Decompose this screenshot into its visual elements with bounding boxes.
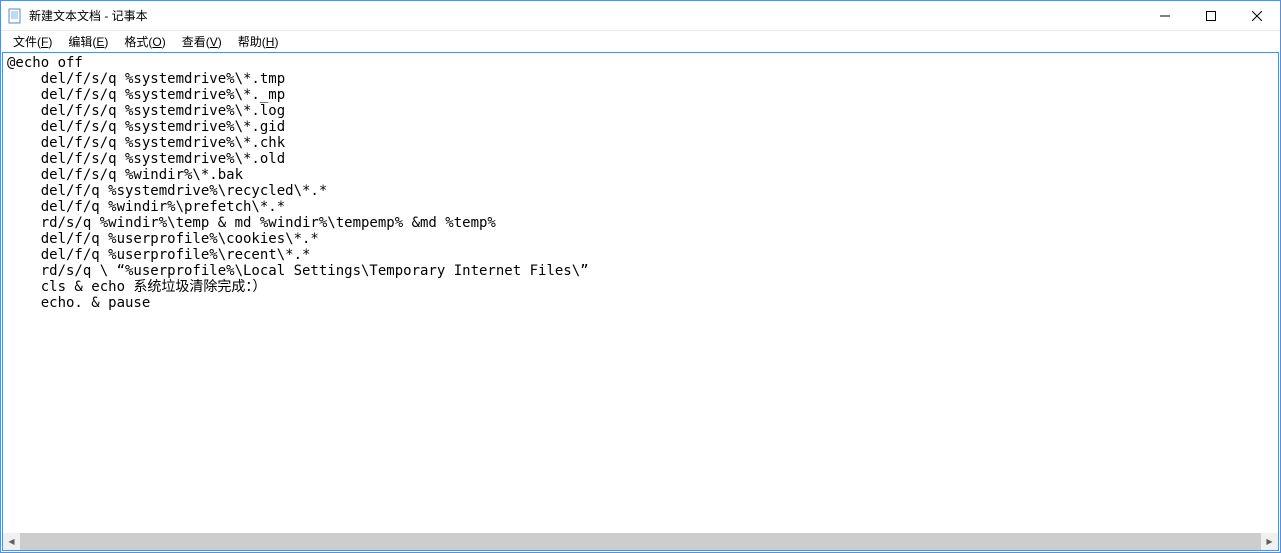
scroll-left-button[interactable]: ◀ [3,533,20,550]
horizontal-scrollbar[interactable]: ◀ ▶ [3,533,1278,550]
minimize-button[interactable] [1142,1,1188,31]
window-controls [1142,1,1280,30]
menubar: 文件(F) 编辑(E) 格式(O) 查看(V) 帮助(H) [1,31,1280,52]
menu-view[interactable]: 查看(V) [174,31,230,52]
titlebar-left: 新建文本文档 - 记事本 [7,7,148,24]
editor-wrapper: @echo off del/f/s/q %systemdrive%\*.tmp … [2,52,1279,551]
notepad-icon [7,8,23,24]
window-title: 新建文本文档 - 记事本 [29,7,148,24]
menu-file[interactable]: 文件(F) [5,31,60,52]
maximize-button[interactable] [1188,1,1234,31]
menu-format[interactable]: 格式(O) [116,31,173,52]
close-button[interactable] [1234,1,1280,31]
titlebar: 新建文本文档 - 记事本 [1,1,1280,31]
menu-edit[interactable]: 编辑(E) [60,31,116,52]
text-editor[interactable]: @echo off del/f/s/q %systemdrive%\*.tmp … [3,53,1278,533]
menu-help[interactable]: 帮助(H) [230,31,287,52]
scroll-thumb[interactable] [20,533,1261,550]
scroll-track[interactable] [20,533,1261,550]
scroll-right-button[interactable]: ▶ [1261,533,1278,550]
